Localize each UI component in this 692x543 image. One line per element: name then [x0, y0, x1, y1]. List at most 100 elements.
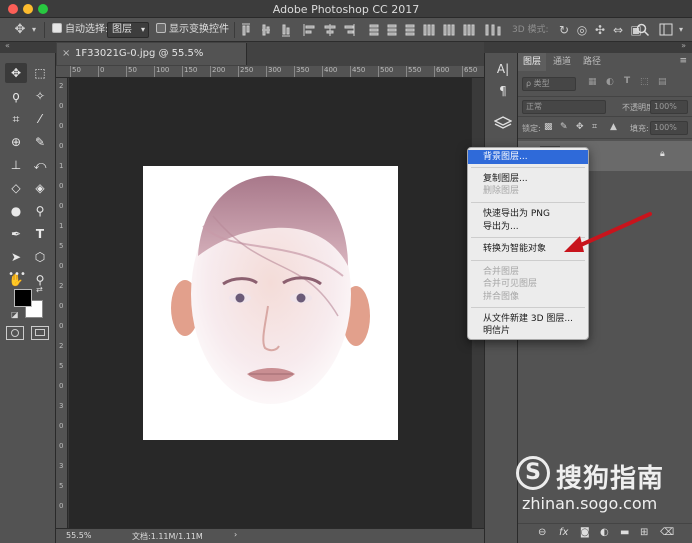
chevron-right-icon[interactable]: ›	[234, 530, 237, 539]
filter-type-icon[interactable]: T	[624, 76, 630, 86]
zoom-level[interactable]: 55.5%	[66, 531, 91, 540]
menu-item-background-layer[interactable]: 背景图层...	[468, 150, 588, 164]
lock-position-icon[interactable]: ✥	[576, 122, 584, 132]
swap-colors-icon[interactable]: ⇄	[36, 285, 43, 294]
search-icon[interactable]	[636, 23, 650, 37]
marquee-tool-icon[interactable]: ⬚	[29, 63, 51, 83]
history-brush-icon[interactable]: ⤺	[29, 155, 51, 175]
clone-stamp-icon[interactable]: ⊥	[5, 155, 27, 175]
new-layer-icon[interactable]: ⊞	[640, 527, 648, 538]
layer-style-icon[interactable]: fx	[559, 527, 568, 538]
collapse-arrows-icon[interactable]: »	[681, 41, 686, 50]
filter-adjustment-icon[interactable]: ◐	[606, 77, 614, 87]
fill-value: 100%	[654, 123, 677, 132]
panel-menu-icon[interactable]: ≡	[679, 56, 687, 66]
ruler-tick-label: 500	[378, 66, 393, 77]
title-bar: Adobe Photoshop CC 2017	[0, 0, 692, 18]
fill-input[interactable]: 100%	[650, 121, 688, 135]
paint-bucket-icon[interactable]: ◈	[29, 178, 51, 198]
ruler-tick-label: 2	[59, 82, 64, 90]
auto-select-checkbox[interactable]: 自动选择:	[52, 22, 108, 38]
tab-paths[interactable]: 路径	[578, 53, 606, 71]
opacity-input[interactable]: 100%	[650, 100, 688, 114]
ruler-tick-label: 3	[59, 402, 64, 410]
tab-layers[interactable]: 图层	[518, 53, 547, 71]
filter-pixel-icon[interactable]: ▦	[588, 77, 597, 87]
eraser-tool-icon[interactable]: ◇	[5, 178, 27, 198]
roll-3d-icon[interactable]: ◎	[576, 21, 588, 39]
filter-smart-object-icon[interactable]: ▤	[658, 77, 667, 87]
checkbox-checked-icon	[52, 23, 62, 33]
healing-brush-icon[interactable]: ⊕	[5, 132, 27, 152]
shape-tool-icon[interactable]: ⬡	[29, 247, 51, 267]
filter-shape-icon[interactable]: ⬚	[640, 77, 649, 87]
ruler-tick-label: 0	[59, 202, 64, 210]
vertical-ruler[interactable]: 2 0 0 0 1 0 0 1 5 0 2 0 0 2 5 0 3 0 0 3 5 0	[56, 78, 68, 528]
ruler-tick-label: 0	[59, 422, 64, 430]
kind-filter-value: ρ 类型	[526, 79, 550, 88]
chevron-down-icon[interactable]: ▾	[28, 21, 40, 39]
orbit-3d-icon[interactable]: ↻	[558, 21, 570, 39]
align-distribute-icons[interactable]	[240, 22, 504, 38]
blend-row: 正常 不透明度: 100%	[518, 97, 692, 117]
tools-panel: ✥ ⬚ ϙ ✧ ⌗ ⁄ ⊕ ✎ ⊥ ⤺ ◇ ◈ ● ⚲ ✒ T ➤ ⬡ ✋ ⚲	[0, 53, 56, 543]
crop-tool-icon[interactable]: ⌗	[5, 109, 27, 129]
screen-mode-icon[interactable]	[31, 326, 49, 340]
quick-mask-icon[interactable]	[6, 326, 24, 340]
workspace-icon[interactable]	[659, 23, 673, 36]
portrait-photo	[143, 166, 398, 440]
dodge-tool-icon[interactable]: ⚲	[29, 201, 51, 221]
path-selection-icon[interactable]: ➤	[5, 247, 27, 267]
app-title: Adobe Photoshop CC 2017	[272, 3, 420, 16]
watermark-text: 搜狗指南	[556, 464, 665, 494]
adjustment-layer-icon[interactable]: ◐	[600, 527, 609, 538]
lock-icon: 🔒︎	[660, 149, 665, 159]
default-colors-icon[interactable]: ◪	[11, 310, 19, 319]
eyedropper-tool-icon[interactable]: ⁄	[29, 109, 51, 129]
more-tools-icon[interactable]: •••	[6, 265, 28, 285]
pan-3d-icon[interactable]: ✣	[594, 21, 606, 39]
ruler-tick-label: 50	[70, 66, 81, 77]
pen-tool-icon[interactable]: ✒	[5, 224, 27, 244]
link-layers-icon[interactable]: ⊖	[538, 527, 546, 538]
character-panel-icon[interactable]: A|	[494, 60, 512, 78]
menu-item-delete-layer[interactable]: 删除图层	[468, 185, 588, 197]
menu-item-merge-layers[interactable]: 合并图层	[468, 266, 588, 278]
show-transform-checkbox[interactable]: 显示变换控件	[156, 22, 229, 38]
paragraph-panel-icon[interactable]: ¶	[494, 82, 512, 100]
delete-layer-icon[interactable]: ⌫	[660, 527, 674, 538]
foreground-color-swatch[interactable]	[14, 289, 32, 307]
lock-pixels-icon[interactable]: ✎	[560, 122, 568, 132]
add-mask-icon[interactable]: ◙	[580, 527, 590, 538]
close-icon[interactable]: ×	[62, 43, 70, 65]
lock-transparent-icon[interactable]: ▩	[544, 122, 553, 132]
magic-wand-icon[interactable]: ✧	[29, 86, 51, 106]
type-tool-icon[interactable]: T	[29, 224, 51, 244]
lasso-tool-icon[interactable]: ϙ	[5, 86, 27, 106]
blur-tool-icon[interactable]: ●	[5, 201, 27, 221]
document-tab[interactable]: × 1F33021G-0.jpg @ 55.5%(RGB/8#) *	[57, 43, 247, 81]
ruler-tick-label: 650	[462, 66, 477, 77]
menu-item-postcard[interactable]: 明信片	[468, 325, 588, 337]
layers-panel-icon[interactable]	[494, 115, 512, 131]
tab-channels[interactable]: 通道	[548, 53, 576, 71]
blend-mode-dropdown[interactable]: 正常	[522, 100, 606, 114]
collapse-arrows-icon[interactable]: «	[5, 41, 10, 50]
ruler-tick-label: 0	[59, 262, 64, 270]
chevron-down-icon[interactable]: ▾	[675, 21, 687, 39]
move-tool-icon[interactable]: ✥	[5, 63, 27, 83]
lock-artboard-icon[interactable]: ⌗	[592, 122, 597, 132]
ruler-tick-label: 2	[59, 342, 64, 350]
auto-select-dropdown[interactable]: 图层 ▾	[107, 22, 149, 38]
horizontal-ruler[interactable]: 50 0 50 100 150 200 250 300 350 400 450 500 550 600 65…	[56, 66, 484, 78]
menu-item-flatten-image[interactable]: 拼合图像	[468, 291, 588, 303]
kind-filter-dropdown[interactable]: ρ 类型	[522, 77, 576, 91]
lock-all-icon[interactable]: ▲	[610, 122, 617, 132]
menu-item-duplicate-layer[interactable]: 复制图层...	[468, 173, 588, 185]
menu-item-new-3d-layer[interactable]: 从文件新建 3D 图层...	[468, 313, 588, 325]
brush-tool-icon[interactable]: ✎	[29, 132, 51, 152]
move-tool-icon[interactable]: ✥	[14, 21, 26, 39]
new-group-icon[interactable]: ▬	[620, 527, 629, 538]
slide-3d-icon[interactable]: ⇔	[612, 21, 624, 39]
menu-item-merge-visible[interactable]: 合并可见图层	[468, 278, 588, 290]
